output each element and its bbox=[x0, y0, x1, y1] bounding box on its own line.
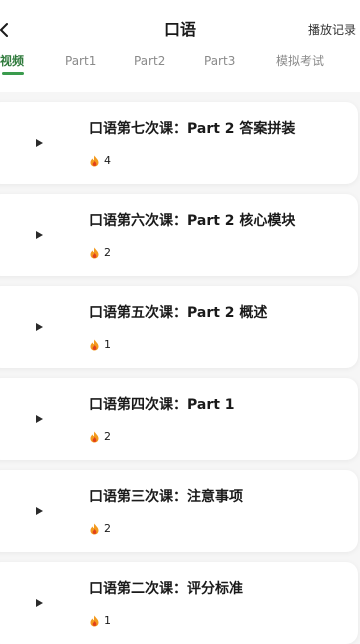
view-count: 2 bbox=[89, 430, 111, 444]
play-history-button[interactable]: 播放记录 bbox=[308, 22, 356, 38]
fire-icon bbox=[90, 247, 99, 259]
view-count: 1 bbox=[89, 338, 111, 352]
view-count-value: 4 bbox=[104, 154, 111, 167]
lesson-card[interactable]: 口语第六次课：Part 2 核心模块 2 bbox=[0, 194, 358, 276]
play-icon[interactable] bbox=[36, 507, 43, 515]
lesson-card[interactable]: 口语第五次课：Part 2 概述 1 bbox=[0, 286, 358, 368]
view-count-value: 2 bbox=[104, 522, 111, 535]
view-count-value: 2 bbox=[104, 246, 111, 259]
fire-icon bbox=[90, 431, 99, 443]
lesson-card[interactable]: 口语第二次课：评分标准 1 bbox=[0, 562, 358, 644]
view-count-value: 1 bbox=[104, 614, 111, 627]
play-icon[interactable] bbox=[36, 139, 43, 147]
page-title: 口语 bbox=[163, 20, 196, 39]
tab-part1[interactable]: Part1 bbox=[65, 53, 96, 69]
lesson-title: 口语第六次课：Part 2 核心模块 bbox=[89, 213, 296, 229]
play-icon[interactable] bbox=[36, 415, 43, 423]
view-count: 1 bbox=[89, 614, 111, 628]
active-tab-indicator bbox=[2, 72, 24, 75]
view-count-value: 1 bbox=[104, 338, 111, 351]
lesson-title: 口语第三次课：注意事项 bbox=[89, 489, 243, 505]
tab-bar: 视频 Part1 Part2 Part3 模拟考试 bbox=[0, 50, 360, 75]
play-icon[interactable] bbox=[36, 323, 43, 331]
view-count: 2 bbox=[89, 522, 111, 536]
view-count: 2 bbox=[89, 246, 111, 260]
tab-part2[interactable]: Part2 bbox=[134, 53, 165, 69]
lesson-title: 口语第二次课：评分标准 bbox=[89, 581, 243, 597]
tab-part3[interactable]: Part3 bbox=[204, 53, 235, 69]
fire-icon bbox=[90, 339, 99, 351]
view-count-value: 2 bbox=[104, 430, 111, 443]
fire-icon bbox=[90, 155, 99, 167]
lesson-title: 口语第七次课：Part 2 答案拼装 bbox=[89, 121, 296, 137]
lesson-card[interactable]: 口语第三次课：注意事项 2 bbox=[0, 470, 358, 552]
lesson-card[interactable]: 口语第四次课：Part 1 2 bbox=[0, 378, 358, 460]
lesson-card[interactable]: 口语第七次课：Part 2 答案拼装 4 bbox=[0, 102, 358, 184]
play-icon[interactable] bbox=[36, 599, 43, 607]
lesson-title: 口语第四次课：Part 1 bbox=[89, 397, 235, 413]
fire-icon bbox=[90, 523, 99, 535]
view-count: 4 bbox=[89, 154, 111, 168]
tab-video[interactable]: 视频 bbox=[0, 53, 24, 69]
lesson-title: 口语第五次课：Part 2 概述 bbox=[89, 305, 268, 321]
app-header: 口语 播放记录 视频 Part1 Part2 Part3 模拟考试 bbox=[0, 0, 360, 92]
play-icon[interactable] bbox=[36, 231, 43, 239]
tab-mock-exam[interactable]: 模拟考试 bbox=[276, 53, 324, 69]
fire-icon bbox=[90, 615, 99, 627]
